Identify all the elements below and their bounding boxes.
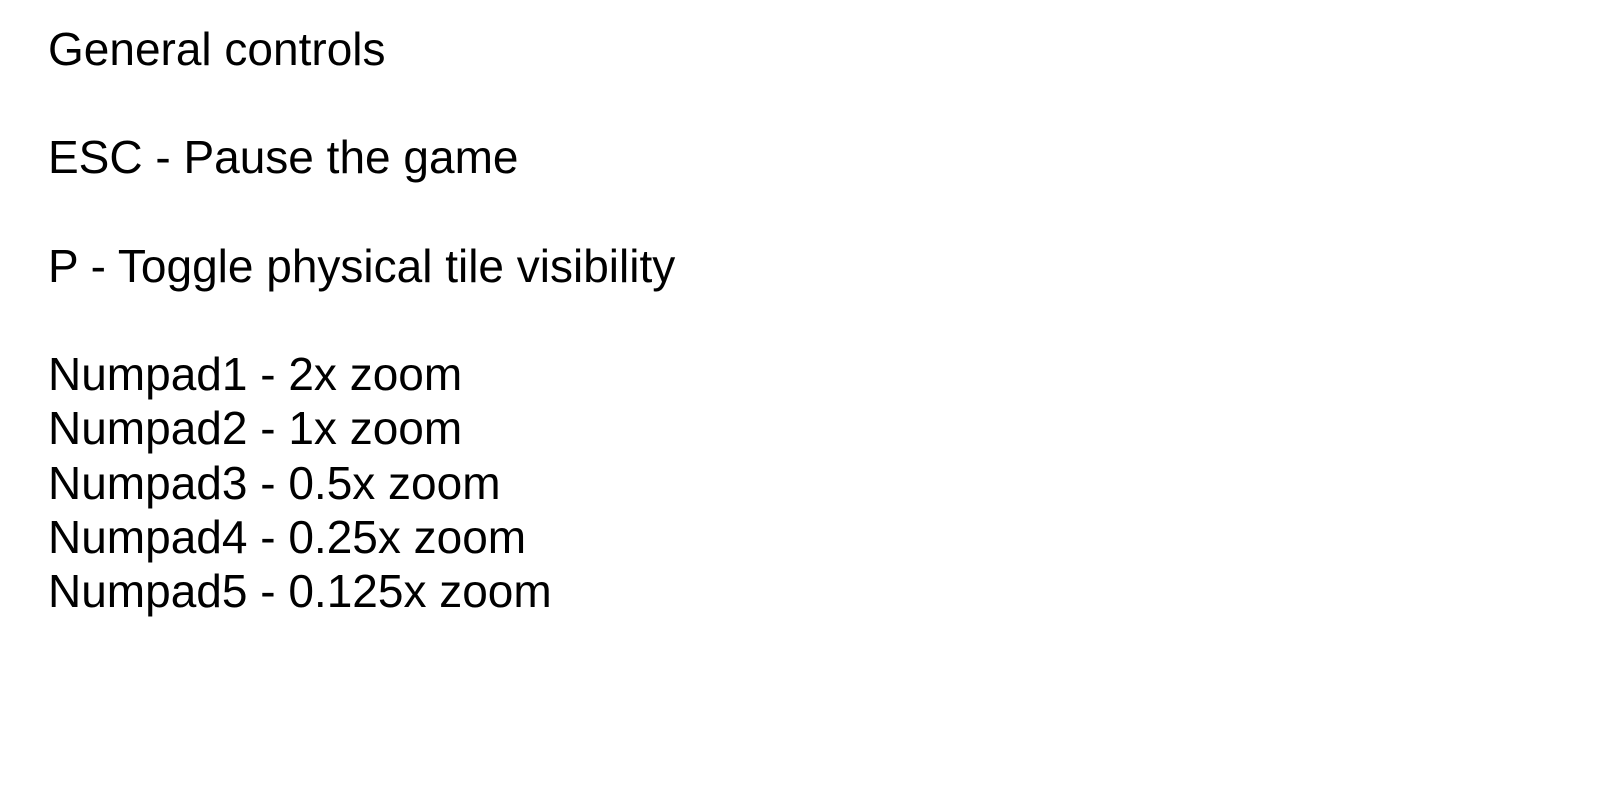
page-title: General controls <box>48 23 386 75</box>
control-pause: ESC - Pause the game <box>48 131 519 183</box>
zoom-control-3: Numpad3 - 0.5x zoom <box>48 457 501 509</box>
zoom-control-5: Numpad5 - 0.125x zoom <box>48 565 552 617</box>
zoom-control-1: Numpad1 - 2x zoom <box>48 348 463 400</box>
zoom-control-2: Numpad2 - 1x zoom <box>48 402 463 454</box>
zoom-control-4: Numpad4 - 0.25x zoom <box>48 511 527 563</box>
controls-document: General controls ESC - Pause the game P … <box>48 0 1548 800</box>
control-tile-visibility: P - Toggle physical tile visibility <box>48 240 676 292</box>
